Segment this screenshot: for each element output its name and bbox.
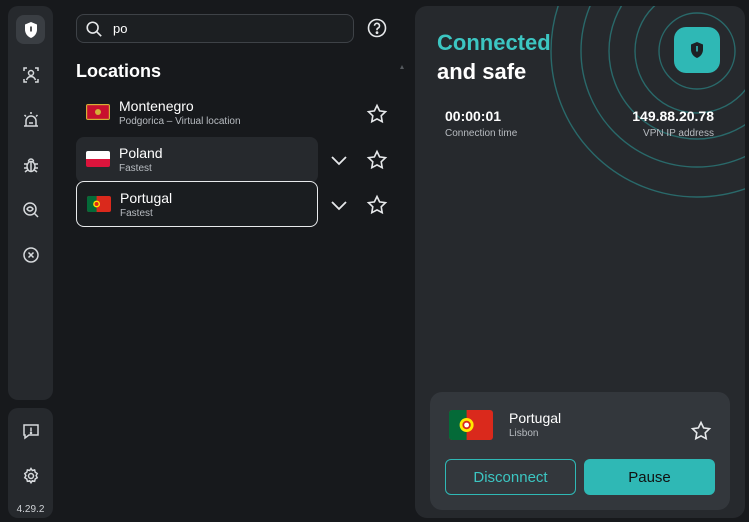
- disconnect-button[interactable]: Disconnect: [445, 459, 576, 495]
- vpn-ip-label: VPN IP address: [643, 128, 714, 139]
- location-item-montenegro[interactable]: Montenegro Podgorica – Virtual location: [76, 90, 318, 136]
- current-location-card: Portugal Lisbon Disconnect Pause: [430, 392, 730, 510]
- location-subtitle: Fastest: [120, 208, 153, 219]
- current-country: Portugal: [509, 410, 562, 426]
- sidebar: [8, 6, 53, 400]
- location-name: Portugal: [120, 190, 173, 206]
- chevron-down-icon[interactable]: [328, 149, 350, 171]
- current-city: Lisbon: [509, 428, 539, 439]
- location-subtitle: Fastest: [119, 163, 152, 174]
- settings-icon[interactable]: [16, 461, 45, 490]
- block-icon[interactable]: [16, 240, 45, 269]
- status-safe: and safe: [437, 59, 527, 84]
- favorite-star-icon[interactable]: [366, 103, 388, 125]
- location-item-portugal[interactable]: Portugal Fastest: [76, 181, 318, 227]
- location-subtitle: Podgorica – Virtual location: [119, 116, 241, 127]
- locations-heading: Locations: [76, 61, 162, 81]
- shield-icon[interactable]: [16, 15, 45, 44]
- poland-flag-icon: [86, 151, 110, 167]
- search-icon: [86, 20, 102, 37]
- version-label: 4.29.2: [16, 504, 45, 515]
- connection-time: 00:00:01: [445, 108, 502, 124]
- montenegro-flag-icon: [86, 104, 110, 120]
- connection-panel: Connected and safe 00:00:01 Connection t…: [415, 6, 745, 518]
- shield-icon: [674, 27, 720, 73]
- portugal-flag-icon: [87, 196, 111, 212]
- search-eye-icon[interactable]: [16, 195, 45, 224]
- favorite-star-icon[interactable]: [366, 149, 388, 171]
- portugal-flag-icon: [449, 410, 493, 440]
- alarm-icon[interactable]: [16, 105, 45, 134]
- favorite-star-icon[interactable]: [366, 194, 388, 216]
- location-name: Montenegro: [119, 98, 194, 114]
- pause-button[interactable]: Pause: [584, 459, 715, 495]
- chevron-down-icon[interactable]: [328, 194, 350, 216]
- search-input[interactable]: [113, 21, 333, 36]
- vpn-ip: 149.88.20.78: [632, 108, 714, 124]
- status-connected: Connected: [437, 30, 551, 55]
- help-icon[interactable]: [367, 18, 387, 38]
- feedback-icon[interactable]: [16, 416, 45, 445]
- location-name: Poland: [119, 145, 163, 161]
- sidebar-bottom: 4.29.2: [8, 408, 53, 518]
- person-scan-icon[interactable]: [16, 60, 45, 89]
- bug-icon[interactable]: [16, 150, 45, 179]
- search-box[interactable]: [76, 14, 354, 43]
- location-item-poland[interactable]: Poland Fastest: [76, 137, 318, 183]
- scrollbar[interactable]: [400, 60, 404, 500]
- connection-time-label: Connection time: [445, 128, 518, 139]
- favorite-star-icon[interactable]: [690, 420, 712, 442]
